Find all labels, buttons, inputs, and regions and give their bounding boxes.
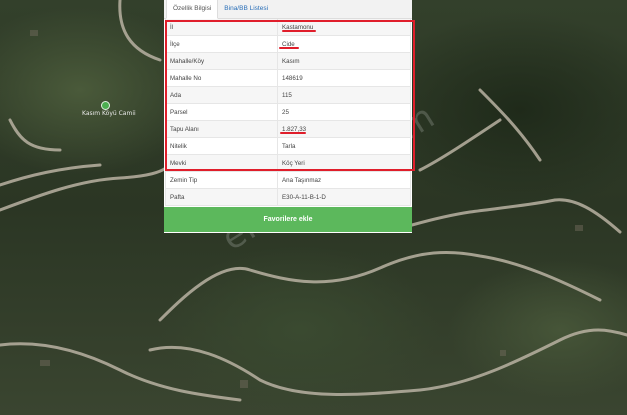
row-key: Mahalle/Köy [165, 52, 278, 70]
add-to-favorites-button[interactable]: Favorilere ekle [164, 207, 412, 232]
row-value: 1.827,33 [277, 120, 411, 138]
tab-property-info[interactable]: Özellik Bilgisi [166, 0, 219, 19]
row-key: Mevki [165, 154, 278, 172]
row-value: 148619 [277, 69, 411, 87]
row-value: Tarla [277, 137, 411, 155]
annotation-underline-district [279, 47, 299, 49]
row-value: E30-A-11-B-1-D [277, 188, 411, 206]
row-key: Parsel [165, 103, 278, 121]
row-value: Kasım [277, 52, 411, 70]
tab-bar: Özellik Bilgisi Bina/BB Listesi [164, 0, 412, 19]
row-key: Ada [165, 86, 278, 104]
table-row: İlçe Cide [165, 35, 411, 53]
annotation-underline-area [280, 132, 306, 134]
row-value: Ana Taşınmaz [277, 171, 411, 189]
table-row: Tapu Alanı 1.827,33 [165, 120, 411, 138]
table-row: Pafta E30-A-11-B-1-D [165, 188, 411, 206]
row-value: 115 [277, 86, 411, 104]
table-row: Mahalle/Köy Kasım [165, 52, 411, 70]
row-key: Zemin Tip [165, 171, 278, 189]
parcel-info-panel: Özellik Bilgisi Bina/BB Listesi İl Kastam… [164, 0, 412, 233]
row-key: Mahalle No [165, 69, 278, 87]
table-row: Parsel 25 [165, 103, 411, 121]
table-row: Zemin Tip Ana Taşınmaz [165, 171, 411, 189]
row-value: Cide [277, 35, 411, 53]
mosque-marker-icon[interactable] [101, 101, 110, 110]
row-value: Köç Yeri [277, 154, 411, 172]
row-key: İl [165, 19, 278, 36]
table-row: Nitelik Tarla [165, 137, 411, 155]
poi-label: Kasım Köyü Camii [82, 110, 136, 117]
row-value: 25 [277, 103, 411, 121]
row-key: İlçe [165, 35, 278, 53]
table-row: Mahalle No 148619 [165, 69, 411, 87]
tab-building-list[interactable]: Bina/BB Listesi [218, 0, 274, 18]
table-row: Ada 115 [165, 86, 411, 104]
table-row: İl Kastamonu [165, 19, 411, 36]
annotation-underline-city [282, 30, 316, 32]
row-key: Tapu Alanı [165, 120, 278, 138]
row-key: Nitelik [165, 137, 278, 155]
row-key: Pafta [165, 188, 278, 206]
table-row: Mevki Köç Yeri [165, 154, 411, 172]
row-value: Kastamonu [277, 19, 411, 36]
